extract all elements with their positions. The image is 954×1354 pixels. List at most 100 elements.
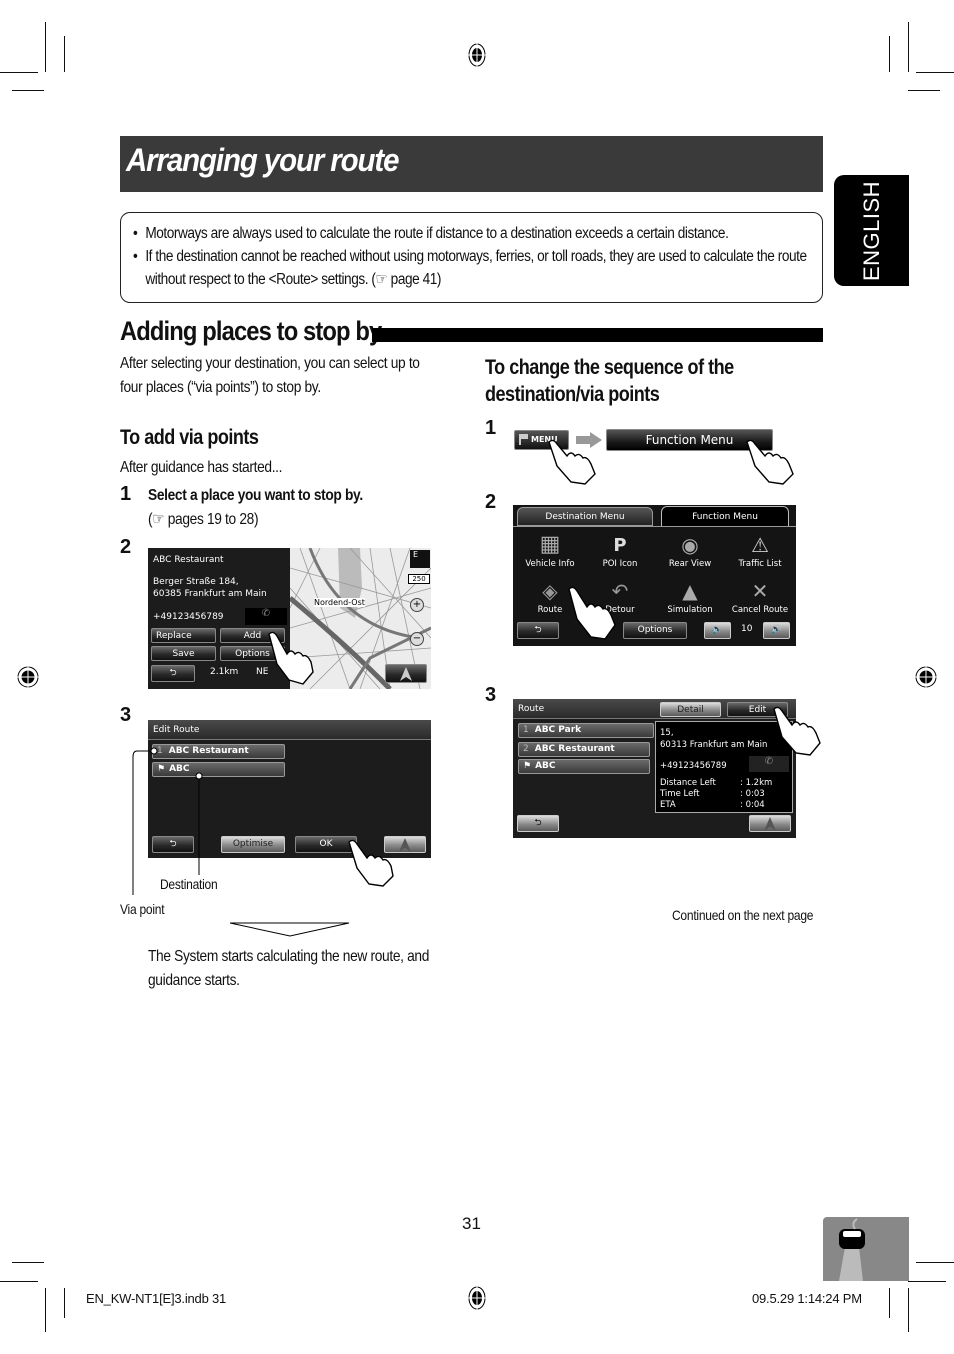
- volume-up-button[interactable]: 🔊: [763, 622, 790, 639]
- save-button[interactable]: Save: [151, 646, 216, 661]
- note-box: Motorways are always used to calculate t…: [120, 212, 823, 303]
- step-number: 2: [120, 536, 132, 558]
- detail-label: Detail: [677, 705, 704, 715]
- replace-label: Replace: [156, 631, 192, 641]
- info-label: ETA: [660, 800, 676, 810]
- via-point-number: 1: [523, 725, 529, 735]
- footer-file-name: EN_KW-NT1[E]3.indb 31: [86, 1291, 227, 1306]
- optimise-button[interactable]: Optimise: [221, 836, 285, 853]
- registration-mark-icon: [464, 1285, 490, 1311]
- step-text: Select a place you want to stop by.: [148, 487, 363, 504]
- menu-item-traffic-list[interactable]: ⚠ Traffic List: [727, 531, 793, 573]
- pointing-hand-icon: [348, 839, 394, 887]
- page-title: Arranging your route: [126, 142, 399, 178]
- tab-destination-menu[interactable]: Destination Menu: [517, 507, 653, 526]
- step-reference: (☞ pages 19 to 28): [148, 511, 259, 528]
- via-point-number: 2: [523, 744, 529, 754]
- menu-item-vehicle-info[interactable]: ▦ Vehicle Info: [517, 531, 583, 573]
- menu-item-label: Simulation: [667, 605, 713, 615]
- menu-item-simulation[interactable]: ▲ Simulation: [657, 577, 723, 619]
- edit-label: Edit: [748, 705, 767, 715]
- options-button[interactable]: Options: [623, 622, 687, 639]
- route-list-item-via[interactable]: 1 ABC Park: [518, 723, 654, 738]
- map-area-label: Nordend-Ost: [314, 598, 365, 607]
- speaker-high-icon: 🔊: [770, 625, 783, 635]
- navigation-arrow-icon: [764, 817, 776, 831]
- call-button[interactable]: ✆: [749, 756, 789, 772]
- detail-address-line: 15,: [660, 728, 674, 738]
- distance-readout: 2.1km: [210, 667, 239, 677]
- add-via-precondition: After guidance has started...: [120, 459, 283, 476]
- simulation-icon: ▲: [682, 579, 698, 603]
- phone-icon: ✆: [261, 608, 271, 619]
- call-button[interactable]: ✆: [245, 608, 287, 625]
- menu-item-poi-icon[interactable]: P POI Icon: [587, 531, 653, 573]
- map-scale: 250: [408, 574, 430, 584]
- section-intro-line: four places (“via points”) to stop by.: [120, 379, 321, 396]
- back-arrow-icon: ⮌: [534, 818, 542, 828]
- info-label: Time Left: [660, 789, 700, 799]
- add-via-title: To add via points: [120, 426, 259, 449]
- tab-label: Destination Menu: [545, 512, 625, 522]
- route-screen: Route Detail Edit 1 ABC Park 2 ABC Restaur…: [513, 699, 796, 838]
- step-number: 3: [120, 704, 132, 726]
- route-list-item-destination[interactable]: ⚑ ABC: [518, 759, 650, 774]
- volume-level: 10: [741, 624, 753, 634]
- zoom-in-icon[interactable]: +: [410, 598, 424, 612]
- replace-button[interactable]: Replace: [151, 628, 216, 643]
- detail-button[interactable]: Detail: [660, 702, 721, 717]
- traffic-warning-icon: ⚠: [751, 533, 769, 557]
- function-menu-label: Function Menu: [645, 433, 734, 447]
- continued-note: Continued on the next page: [672, 907, 814, 923]
- function-menu-screen: Destination Menu Function Menu ▦ Vehicle …: [513, 505, 796, 646]
- place-address-line: Berger Straße 184,: [153, 577, 239, 587]
- route-item-label: ABC: [535, 761, 556, 771]
- detail-address-line: 60313 Frankfurt am Main: [660, 740, 768, 750]
- step-number: 1: [120, 483, 132, 505]
- change-sequence-title-line: destination/via points: [485, 383, 660, 406]
- car-chapter-icon: [823, 1217, 909, 1281]
- back-button[interactable]: ⮌: [151, 665, 195, 682]
- language-tab: ENGLISH: [834, 175, 909, 286]
- place-phone: +49123456789: [153, 612, 224, 622]
- tab-function-menu[interactable]: Function Menu: [661, 506, 789, 527]
- result-text-line: guidance starts.: [148, 972, 240, 989]
- menu-item-label: POI Icon: [602, 559, 638, 569]
- section-title: Adding places to stop by: [120, 316, 382, 346]
- menu-item-cancel-route[interactable]: ✕ Cancel Route: [727, 577, 793, 619]
- compass-icon[interactable]: E: [410, 550, 430, 568]
- section-intro-line: After selecting your destination, you ca…: [120, 355, 420, 372]
- menu-item-label: Rear View: [668, 559, 712, 569]
- compass-label: E: [413, 550, 419, 559]
- menu-item-label: Vehicle Info: [525, 559, 575, 569]
- registration-mark-icon: [464, 42, 490, 68]
- result-text-line: The System starts calculating the new ro…: [148, 948, 430, 965]
- info-value: : 0:03: [740, 789, 765, 799]
- car-headlights-icon: [839, 1218, 865, 1281]
- back-button[interactable]: ⮌: [517, 622, 559, 639]
- checkered-flag-icon: ⚑: [523, 761, 532, 771]
- menu-item-label: Cancel Route: [731, 605, 789, 615]
- add-label: Add: [243, 631, 262, 641]
- edit-route-title: Edit Route: [148, 720, 431, 740]
- back-arrow-icon: ⮌: [169, 668, 177, 678]
- speaker-low-icon: 🔈: [711, 625, 724, 635]
- step-number: 3: [485, 684, 497, 706]
- route-list-item-via[interactable]: 2 ABC Restaurant: [518, 742, 650, 757]
- poi-icon: P: [613, 535, 627, 556]
- tab-label: Function Menu: [692, 512, 758, 522]
- volume-down-button[interactable]: 🔈: [704, 622, 731, 639]
- step-number: 2: [485, 491, 497, 513]
- zoom-out-icon[interactable]: −: [410, 632, 424, 646]
- navigation-arrow-button[interactable]: [385, 664, 427, 683]
- pointing-hand-icon: [746, 439, 794, 485]
- route-item-label: ABC Restaurant: [534, 744, 615, 754]
- navigation-arrow-button[interactable]: [749, 815, 791, 832]
- vehicle-info-icon: ▦: [539, 532, 561, 557]
- menu-item-rear-view[interactable]: ◉ Rear View: [657, 531, 723, 573]
- ok-label: OK: [319, 839, 333, 849]
- detail-phone: +49123456789: [660, 761, 727, 771]
- step-number: 1: [485, 417, 497, 439]
- back-button[interactable]: ⮌: [517, 815, 559, 832]
- save-label: Save: [172, 649, 195, 659]
